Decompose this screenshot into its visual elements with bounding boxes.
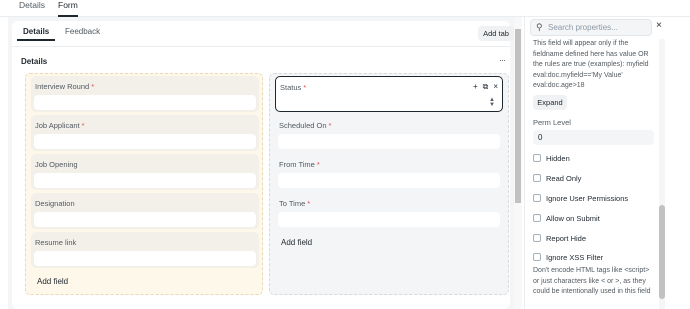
checkbox-read-only[interactable]: Read Only	[533, 174, 581, 183]
checkbox-allow-on-submit[interactable]: Allow on Submit	[533, 214, 600, 223]
field-label: Status	[280, 83, 302, 92]
field-input[interactable]	[278, 173, 500, 188]
field-input[interactable]	[34, 173, 256, 188]
property-search[interactable]: ⚲	[530, 19, 652, 36]
canvas-scrollbar[interactable]	[514, 17, 522, 309]
close-icon[interactable]: ×	[656, 20, 662, 31]
checkbox-label: Report Hide	[546, 234, 587, 243]
field-scheduled-on[interactable]: Scheduled On *	[275, 115, 503, 151]
field-designation[interactable]: Designation	[31, 193, 259, 229]
field-input[interactable]	[278, 212, 500, 227]
field-label: Resume link	[35, 238, 77, 247]
required-mark: *	[328, 121, 332, 130]
field-input[interactable]	[34, 212, 256, 227]
duplicate-icon[interactable]: ⧉	[483, 82, 489, 91]
form-tab-feedback[interactable]: Feedback	[65, 27, 100, 36]
field-input[interactable]	[34, 251, 256, 266]
form-canvas: Details Feedback Add tab Details ··· Int…	[8, 17, 514, 309]
search-icon: ⚲	[536, 22, 543, 32]
checkbox-label: Ignore User Permissions	[546, 194, 629, 203]
checkbox-icon[interactable]	[533, 174, 541, 182]
checkbox-icon[interactable]	[533, 154, 541, 162]
scrollbar-thumb[interactable]	[659, 205, 665, 299]
status-select[interactable]	[279, 96, 499, 111]
form-panel: Details Feedback Add tab Details ··· Int…	[12, 21, 514, 309]
field-label: Interview Round	[35, 82, 90, 91]
field-job-applicant[interactable]: Job Applicant *	[31, 115, 259, 151]
field-job-opening[interactable]: Job Opening	[31, 154, 259, 190]
plus-icon[interactable]: +	[473, 82, 478, 91]
column-left: Interview Round * Job Applicant * Job Open…	[25, 73, 263, 295]
chevron-updown-icon: ▲ ▼	[489, 97, 495, 108]
checkbox-label: Ignore XSS Filter	[546, 253, 604, 262]
required-mark: *	[316, 160, 320, 169]
checkbox-label: Read Only	[546, 174, 582, 183]
checkbox-icon[interactable]	[533, 194, 541, 202]
xss-filter-help: Don't encode HTML tags like <script> or …	[533, 267, 651, 295]
field-toolbar: + ⧉ ×	[468, 82, 498, 92]
form-tab-details[interactable]: Details	[16, 27, 56, 41]
required-mark: *	[91, 82, 95, 91]
property-search-input[interactable]	[548, 21, 648, 34]
top-tab-bar: Details Form	[0, 0, 690, 17]
form-tab-bar: Details Feedback Add tab	[12, 21, 514, 47]
field-input[interactable]	[34, 134, 256, 149]
field-resume-link[interactable]: Resume link	[31, 232, 259, 268]
required-mark: *	[307, 199, 311, 208]
field-input[interactable]	[278, 134, 500, 149]
add-field-button[interactable]: Add field	[281, 238, 312, 247]
tab-form[interactable]: Form	[58, 0, 78, 17]
checkbox-label: Allow on Submit	[546, 214, 600, 223]
section-menu-icon[interactable]: ···	[499, 55, 506, 65]
checkbox-label: Hidden	[546, 154, 570, 163]
add-field-button[interactable]: Add field	[37, 277, 68, 286]
field-label: Job Applicant	[35, 121, 80, 130]
field-label: Designation	[35, 199, 75, 208]
field-interview-round[interactable]: Interview Round *	[31, 76, 259, 112]
properties-scrollbar[interactable]	[659, 39, 665, 309]
required-mark: *	[303, 83, 307, 92]
tab-details[interactable]: Details	[19, 0, 45, 10]
depends-on-help: This field will appear only if the field…	[533, 40, 649, 89]
checkbox-ignore-user-permissions[interactable]: Ignore User Permissions	[533, 194, 628, 203]
field-label: Scheduled On	[279, 121, 327, 130]
checkbox-report-hide[interactable]: Report Hide	[533, 234, 586, 243]
field-to-time[interactable]: To Time *	[275, 193, 503, 229]
close-icon[interactable]: ×	[493, 82, 498, 91]
checkbox-icon[interactable]	[533, 234, 541, 242]
field-input[interactable]	[34, 95, 256, 110]
checkbox-icon[interactable]	[533, 253, 541, 261]
field-status[interactable]: Status * + ⧉ × ▲ ▼	[275, 76, 503, 112]
checkbox-icon[interactable]	[533, 214, 541, 222]
field-label: From Time	[279, 160, 315, 169]
column-right: Status * + ⧉ × ▲ ▼ Scheduled On * From Time * …	[269, 73, 509, 295]
field-label: Job Opening	[35, 160, 78, 169]
required-mark: *	[81, 121, 85, 130]
properties-panel: ⚲ × This field will appear only if the f…	[524, 17, 690, 309]
add-tab-button[interactable]: Add tab	[478, 26, 514, 41]
field-label: To Time	[279, 199, 306, 208]
scrollbar-thumb[interactable]	[515, 29, 521, 203]
checkbox-ignore-xss-filter[interactable]: Ignore XSS Filter	[533, 253, 603, 262]
section-title: Details	[21, 57, 48, 66]
field-from-time[interactable]: From Time *	[275, 154, 503, 190]
perm-level-input[interactable]: 0	[533, 130, 654, 145]
checkbox-hidden[interactable]: Hidden	[533, 154, 570, 163]
perm-level-label: Perm Level	[533, 118, 571, 127]
expand-button[interactable]: Expand	[533, 95, 567, 110]
